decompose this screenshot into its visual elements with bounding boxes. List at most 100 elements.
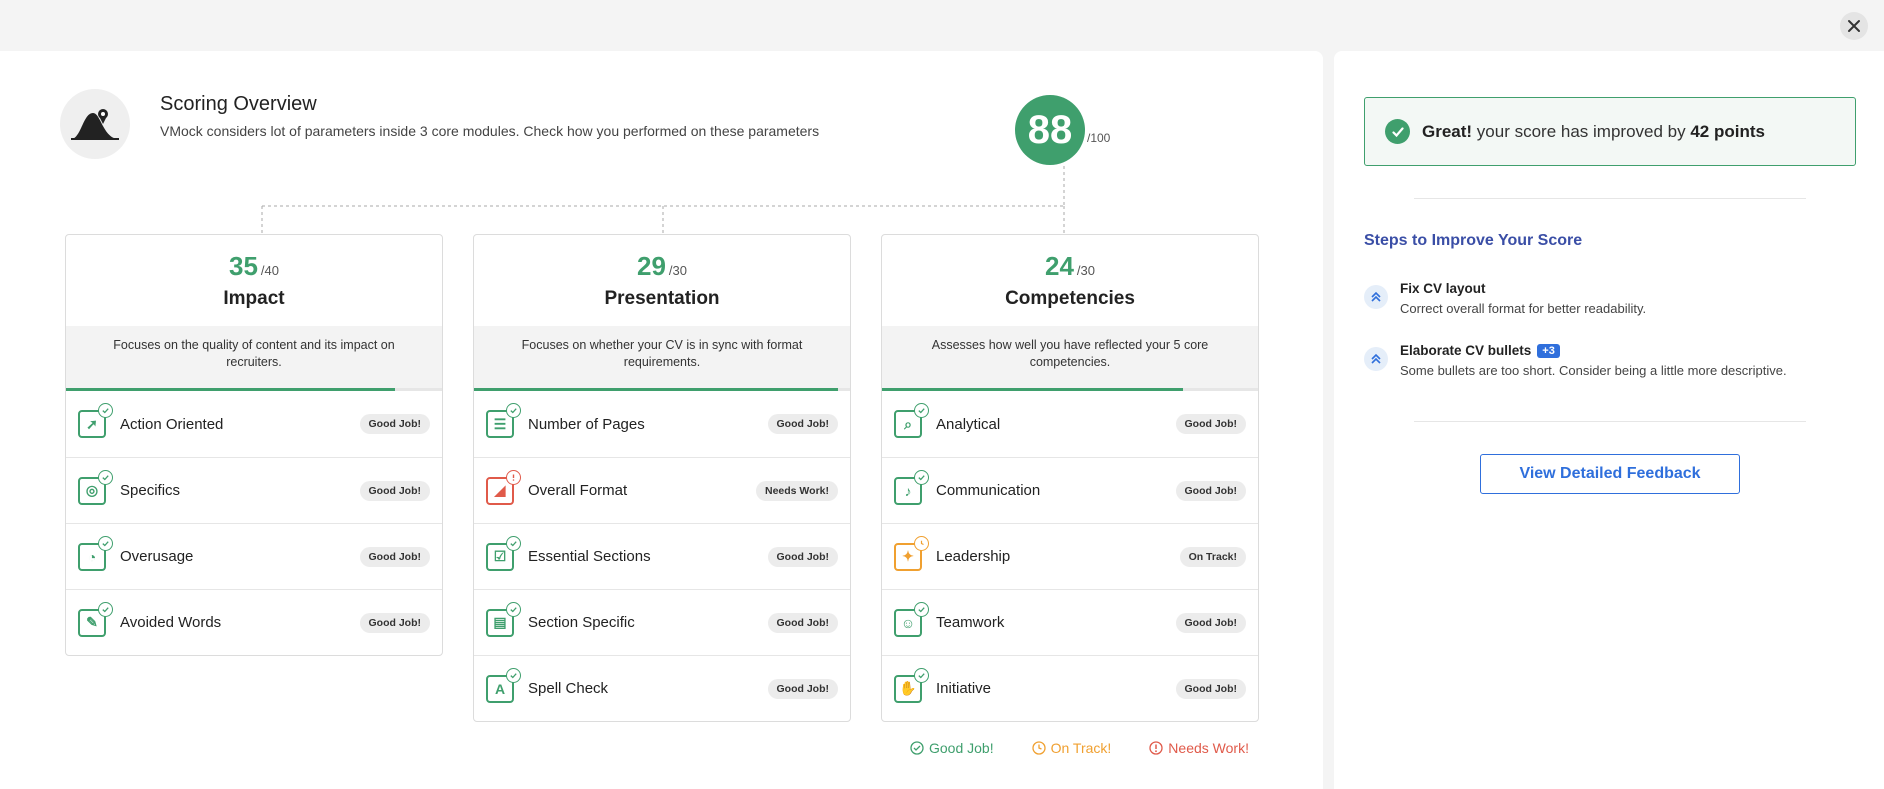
parameter-label: Action Oriented [120,415,224,433]
status-indicator-icon [914,403,929,418]
check-icon [1385,119,1410,144]
steps-title: Steps to Improve Your Score [1364,232,1583,249]
parameter-row[interactable]: ☰ Number of Pages Good Job! [474,391,850,457]
status-badge: Good Job! [1175,678,1246,699]
close-button[interactable] [1840,12,1868,40]
status-badge: Good Job! [1175,612,1246,633]
status-indicator-icon [506,535,521,551]
status-badge: Good Job! [359,480,430,501]
alert-middle: your score has improved by [1472,121,1691,141]
status-indicator-icon [914,667,929,683]
legend-needs-work: Needs Work! [1149,740,1249,756]
module-card-competencies: 24/30 Competencies Assesses how well you h… [881,234,1259,722]
status-indicator-icon [914,469,929,485]
legend-on-track-label: On Track! [1050,740,1112,756]
parameter-row[interactable]: ☑ Essential Sections Good Job! [474,523,850,589]
alert-points: 42 points [1690,121,1765,141]
parameter-row[interactable]: ⌕ Analytical Good Job! [882,391,1258,457]
parameter-row[interactable]: ✎ Avoided Words Good Job! [66,589,442,655]
chevrons-up-icon [1364,347,1388,371]
status-badge: Good Job! [767,678,838,699]
close-icon [1848,20,1860,32]
parameter-row[interactable]: ♪ Communication Good Job! [882,457,1258,523]
step-fix-layout[interactable]: Fix CV layout Correct overall format for… [1364,281,1646,316]
parameter-label: Section Specific [528,614,635,631]
status-badge: Good Job! [1175,480,1246,501]
check-circle-icon [910,741,924,755]
status-indicator-icon [506,601,521,617]
status-indicator-icon [914,601,929,617]
status-indicator-icon [98,601,113,617]
legend-on-track: On Track! [1031,740,1112,756]
module-score: 35 [229,251,258,281]
gauge-icon: ◔ [78,535,113,571]
status-badge: On Track! [1179,546,1246,567]
module-header: 29/30 Presentation [474,235,850,326]
checklist-icon: ☑ [486,535,521,571]
count-badge: +3 [1537,343,1560,358]
module-card-impact: 35/40 Impact Focuses on the quality of con… [65,234,443,656]
step-elaborate-bullets[interactable]: Elaborate CV bullets +3 Some bullets are … [1364,343,1787,378]
module-score-max: /30 [1076,263,1095,278]
parameter-row[interactable]: A Spell Check Good Job! [474,655,850,721]
status-badge: Needs Work! [756,480,838,501]
parameter-label: Leadership [936,548,1011,565]
step-description: Correct overall format for better readab… [1400,301,1647,316]
status-indicator-icon [98,403,113,418]
alert-message: Great! your score has improved by 42 poi… [1422,122,1765,142]
module-description: Focuses on whether your CV is in sync wi… [474,326,850,388]
module-score-max: /40 [260,263,279,278]
module-header: 24/30 Competencies [882,235,1258,326]
module-description: Focuses on the quality of content and it… [66,326,442,388]
parameter-label: Avoided Words [120,614,222,631]
parameter-label: Teamwork [936,614,1005,631]
module-card-presentation: 29/30 Presentation Focuses on whether your… [473,234,851,722]
hand-icon: ✋ [894,667,929,703]
modal-topbar [0,0,1884,51]
status-badge: Good Job! [359,612,430,633]
status-indicator-icon [506,667,521,683]
status-badge: Good Job! [1175,414,1246,434]
parameter-label: Number of Pages [528,415,645,433]
improvement-panel: Great! your score has improved by 42 poi… [1334,51,1884,789]
parameter-row[interactable]: ✦ Leadership On Track! [882,523,1258,589]
step-description: Some bullets are too short. Consider bei… [1400,363,1787,378]
status-indicator-icon [98,469,113,485]
parameter-row[interactable]: ➚ Action Oriented Good Job! [66,391,442,457]
status-badge: Good Job! [359,546,430,567]
clock-icon [1031,741,1046,755]
legend-good: Good Job! [910,740,994,756]
alert-prefix: Great! [1422,121,1473,141]
action-icon: ➚ [78,403,113,438]
score-improved-alert: Great! your score has improved by 42 poi… [1364,97,1856,166]
view-detailed-feedback-button[interactable]: View Detailed Feedback [1480,454,1740,494]
parameter-row[interactable]: ◎ Specifics Good Job! [66,457,442,523]
parameter-row[interactable]: ✋ Initiative Good Job! [882,655,1258,721]
module-name: Competencies [1005,288,1135,309]
status-indicator-icon [506,469,521,485]
parameter-row[interactable]: ☺ Teamwork Good Job! [882,589,1258,655]
module-name: Impact [223,288,285,309]
parameter-label: Initiative [936,680,992,697]
parameter-row[interactable]: ◢ Overall Format Needs Work! [474,457,850,523]
parameter-row[interactable]: ◔ Overusage Good Job! [66,523,442,589]
status-badge: Good Job! [767,612,838,633]
team-icon: ☺ [894,601,929,637]
parameter-label: Overusage [120,548,194,565]
scoring-panel: Scoring Overview VMock considers lot of … [0,51,1323,789]
legend-good-label: Good Job! [929,740,994,756]
pen-icon: ✎ [78,601,113,637]
step-title: Elaborate CV bullets [1400,343,1532,358]
status-indicator-icon [914,535,929,551]
status-legend: Good Job! On Track! Needs Work! [910,740,1249,756]
microphone-icon: ♪ [894,469,929,505]
parameter-label: Specifics [120,482,181,499]
module-name: Presentation [604,288,720,309]
module-description: Assesses how well you have reflected you… [882,326,1258,388]
pages-icon: ☰ [486,403,521,438]
flag-icon: ✦ [894,535,929,571]
status-indicator-icon [506,403,521,418]
chevrons-up-icon [1364,285,1388,309]
divider [1414,198,1806,199]
parameter-row[interactable]: ▤ Section Specific Good Job! [474,589,850,655]
